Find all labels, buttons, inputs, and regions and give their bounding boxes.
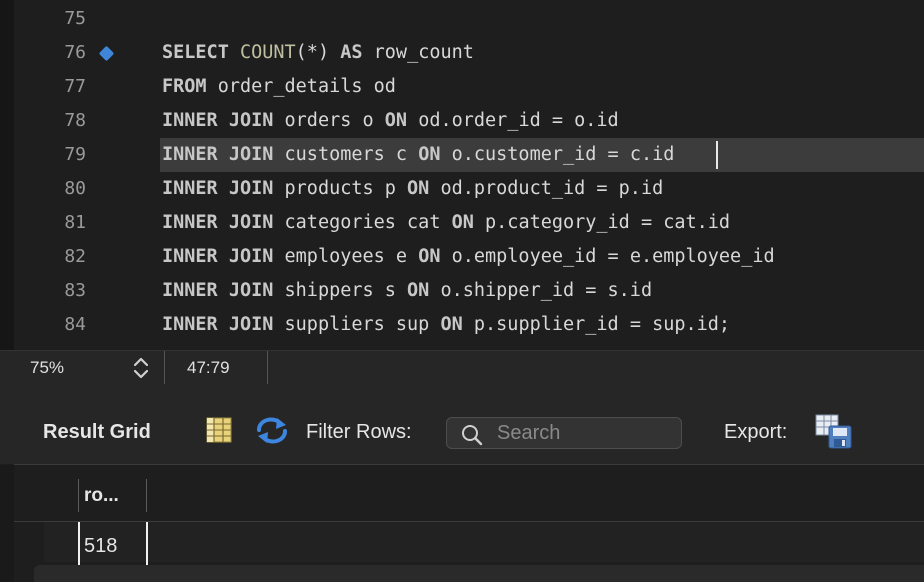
sql-keyword: ON xyxy=(451,212,474,233)
grid-scroll-area[interactable] xyxy=(34,565,924,582)
sql-keyword: INNER JOIN xyxy=(162,246,274,267)
sql-token: p.supplier_id = sup.id; xyxy=(462,314,731,335)
text-caret xyxy=(716,141,718,169)
result-grid-title: Result Grid xyxy=(43,421,151,443)
export-icon[interactable] xyxy=(815,414,853,455)
grid-left-strip xyxy=(0,465,14,582)
line-number: 84 xyxy=(64,314,86,335)
sql-token: row_count xyxy=(362,42,474,63)
code-text: INNER JOIN categories cat ON p.category_… xyxy=(162,211,730,235)
sql-keyword: INNER JOIN xyxy=(162,280,274,301)
sql-keyword: SELECT xyxy=(162,42,229,63)
sql-keyword: INNER JOIN xyxy=(162,314,274,335)
code-line[interactable]: 76 SELECT COUNT(*) AS row_count xyxy=(0,36,924,70)
statement-marker-icon[interactable] xyxy=(98,45,115,62)
sql-keyword: ON xyxy=(384,110,408,131)
sql-token: order_details od xyxy=(206,76,396,97)
code-text: INNER JOIN suppliers sup ON p.supplier_i… xyxy=(162,313,730,337)
chevron-updown-icon[interactable] xyxy=(130,355,152,381)
line-number: 76 xyxy=(64,42,86,63)
sql-token: od.product_id = p.id xyxy=(429,178,664,199)
result-grid-toggle-icon[interactable] xyxy=(206,417,232,448)
code-line[interactable]: 82 INNER JOIN employees e ON o.employee_i… xyxy=(0,240,924,274)
code-text: INNER JOIN shippers s ON o.shipper_id = … xyxy=(162,279,652,303)
sql-token: orders o xyxy=(273,110,385,131)
sql-token: p.category_id = cat.id xyxy=(473,212,731,233)
result-toolbar: Result Grid Filter Rows: Expo xyxy=(0,384,924,464)
sql-keyword: ON xyxy=(418,144,441,165)
code-line[interactable]: 79 INNER JOIN customers c ON o.customer_i… xyxy=(0,138,924,172)
code-text: INNER JOIN products p ON od.product_id =… xyxy=(162,177,663,201)
code-line[interactable]: 84 INNER JOIN suppliers sup ON p.supplier… xyxy=(0,308,924,342)
filter-rows-label: Filter Rows: xyxy=(306,421,412,443)
code-line[interactable]: 75 xyxy=(0,2,924,36)
sql-function: COUNT xyxy=(239,42,296,63)
sql-token: shippers s xyxy=(273,280,408,301)
sql-keyword: ON xyxy=(418,246,441,267)
sql-keyword: ON xyxy=(407,178,430,199)
code-line[interactable]: 81 INNER JOIN categories cat ON p.categor… xyxy=(0,206,924,240)
cursor-position: 47:79 xyxy=(187,358,230,377)
line-number: 79 xyxy=(64,144,86,165)
code-line[interactable]: 77 FROM order_details od xyxy=(0,70,924,104)
filter-rows-search[interactable] xyxy=(446,417,682,449)
column-header[interactable]: ro... xyxy=(84,485,119,507)
search-input[interactable] xyxy=(497,422,667,444)
zoom-level: 75% xyxy=(30,358,65,377)
sql-editor[interactable]: 75 76 SELECT COUNT(*) AS row_count 77 FROM o… xyxy=(0,0,924,350)
result-grid: ro... 518 xyxy=(0,464,924,582)
sql-token: o.employee_id = e.employee_id xyxy=(440,246,775,267)
code-text: SELECT COUNT(*) AS row_count xyxy=(162,41,474,65)
table-cell[interactable]: 518 xyxy=(84,535,117,558)
sql-keyword: INNER JOIN xyxy=(162,178,274,199)
line-number: 83 xyxy=(64,280,86,301)
line-number: 78 xyxy=(64,110,86,131)
sql-token: products p xyxy=(273,178,408,199)
line-number: 81 xyxy=(64,212,86,233)
sql-keyword: INNER JOIN xyxy=(162,212,274,233)
line-number: 82 xyxy=(64,246,86,267)
code-text: INNER JOIN customers c ON o.customer_id … xyxy=(162,143,674,167)
search-icon xyxy=(461,424,483,451)
sql-keyword: FROM xyxy=(162,76,207,97)
line-number: 75 xyxy=(64,8,86,29)
code-text: INNER JOIN employees e ON o.employee_id … xyxy=(162,245,775,269)
status-divider xyxy=(267,351,268,385)
code-text: FROM order_details od xyxy=(162,75,396,99)
sql-token: suppliers sup xyxy=(273,314,441,335)
editor-status-bar: 75% 47:79 xyxy=(0,350,924,385)
line-number: 77 xyxy=(64,76,86,97)
sql-keyword: ON xyxy=(440,314,463,335)
sql-keyword: INNER JOIN xyxy=(162,110,274,131)
code-line[interactable]: 80 INNER JOIN products p ON od.product_id… xyxy=(0,172,924,206)
sql-token: customers c xyxy=(273,144,419,165)
sql-token: (*) xyxy=(295,42,341,63)
table-row[interactable] xyxy=(44,522,924,562)
sql-keyword: AS xyxy=(340,42,363,63)
code-line[interactable]: 83 INNER JOIN shippers s ON o.shipper_id … xyxy=(0,274,924,308)
code-line[interactable]: 78 INNER JOIN orders o ON od.order_id = o… xyxy=(0,104,924,138)
code-text: INNER JOIN orders o ON od.order_id = o.i… xyxy=(162,109,619,133)
column-divider xyxy=(78,479,79,512)
line-number: 80 xyxy=(64,178,86,199)
column-divider[interactable] xyxy=(146,479,147,512)
export-label: Export: xyxy=(724,421,788,443)
status-divider xyxy=(164,351,165,385)
sql-keyword: ON xyxy=(407,280,430,301)
grid-header: ro... xyxy=(14,465,924,522)
sql-token: od.order_id = o.id xyxy=(407,110,619,131)
sql-token: categories cat xyxy=(273,212,452,233)
sql-keyword: INNER JOIN xyxy=(162,144,274,165)
sql-token: employees e xyxy=(273,246,419,267)
sql-token: o.shipper_id = s.id xyxy=(429,280,653,301)
sql-token: o.customer_id = c.id xyxy=(440,144,675,165)
refresh-icon[interactable] xyxy=(255,416,289,449)
